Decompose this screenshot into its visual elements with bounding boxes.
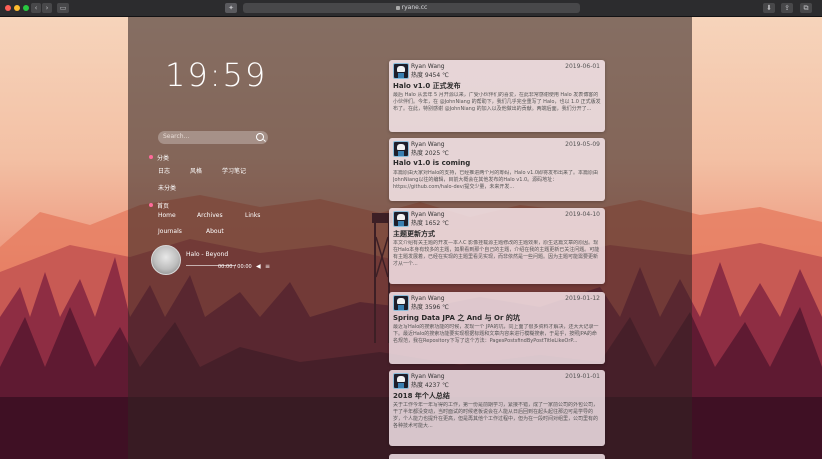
post-heat: 热度 3596 ℃	[411, 304, 449, 311]
post-heat: 热度 4237 ℃	[411, 382, 449, 389]
post-date: 2019-01-12	[565, 295, 600, 302]
post-author[interactable]: Ryan Wang	[411, 295, 445, 302]
author-avatar[interactable]	[393, 373, 409, 389]
post-excerpt: 最后 Halo 从去年 5 月开源以来，广受小伙伴们的喜爱，在此非常感谢使用 H…	[393, 92, 601, 112]
nav-link-about[interactable]: About	[206, 228, 224, 235]
back-button[interactable]: ‹	[31, 3, 41, 13]
nav-link-journals[interactable]: Journals	[158, 228, 182, 235]
post-title[interactable]: Halo v1.0 is coming	[393, 159, 470, 167]
tabs-overview-icon[interactable]: ⧉	[800, 3, 812, 13]
post-card[interactable]: Ryan Wang 热度 4237 ℃ 2019-01-01 2018 年个人总…	[389, 370, 605, 446]
uncategorized-link[interactable]: 未分类	[158, 183, 176, 192]
post-author[interactable]: Ryan Wang	[411, 211, 445, 218]
post-author[interactable]: Ryan Wang	[411, 373, 445, 380]
address-bar[interactable]: ryane.cc	[243, 3, 580, 13]
zoom-window-button[interactable]	[23, 5, 29, 11]
web-page: 19:59 Search... 分类 日志 风格 学习笔记 未分类 首页 Hom…	[0, 17, 822, 459]
category-link[interactable]: 日志	[158, 166, 170, 175]
song-title: Halo - Beyond	[186, 251, 229, 258]
post-heat: 热度 9454 ℃	[411, 72, 449, 79]
site-favicon-icon[interactable]: ✦	[225, 3, 237, 13]
address-text: ryane.cc	[401, 4, 428, 11]
playlist-icon[interactable]: ≡	[265, 263, 270, 270]
post-card[interactable]: Ryan Wang 热度 9454 ℃ 2019-06-01 Halo v1.0…	[389, 60, 605, 132]
category-link[interactable]: 学习笔记	[222, 166, 246, 175]
post-date: 2019-06-01	[565, 63, 600, 70]
category-bullet-icon	[149, 155, 153, 159]
nav-link-archives[interactable]: Archives	[197, 212, 223, 219]
nav-link-home[interactable]: Home	[158, 212, 176, 219]
post-card[interactable]: Ryan Wang 热度 3596 ℃ 2019-01-12 Spring Da…	[389, 292, 605, 364]
category-link[interactable]: 风格	[190, 166, 202, 175]
lock-icon	[395, 5, 400, 10]
minimize-window-button[interactable]	[14, 5, 20, 11]
post-excerpt: 关于工作今年一年写得的工作，第一份是前期学习，紧接不错，成了一家前公司的外包公司…	[393, 402, 599, 429]
post-title[interactable]: 主题更新方式	[393, 229, 435, 239]
search-icon[interactable]	[256, 133, 264, 141]
post-date: 2019-05-09	[565, 141, 600, 148]
share-icon[interactable]: ⇪	[781, 3, 793, 13]
categories-heading[interactable]: 分类	[157, 153, 169, 162]
post-card-partial[interactable]	[389, 454, 605, 459]
post-title[interactable]: 2018 年个人总结	[393, 391, 450, 401]
author-avatar[interactable]	[393, 295, 409, 311]
post-excerpt: 本文介绍有关主题的开发—本人C 影像挂载源主题修改的主题效果，原生这篇文章的原因…	[393, 240, 600, 267]
post-author[interactable]: Ryan Wang	[411, 63, 445, 70]
post-card[interactable]: Ryan Wang 热度 2025 ℃ 2019-05-09 Halo v1.0…	[389, 138, 605, 201]
search-input[interactable]: Search...	[163, 133, 189, 140]
author-avatar[interactable]	[393, 211, 409, 227]
post-date: 2019-01-01	[565, 373, 600, 380]
post-author[interactable]: Ryan Wang	[411, 141, 445, 148]
author-avatar[interactable]	[393, 63, 409, 79]
post-heat: 热度 2025 ℃	[411, 150, 449, 157]
post-excerpt: 最近写Halo的搜索功能的时候，发现一个 JPA的坑，同上面了很多资料才解决，还…	[393, 324, 599, 344]
search-box[interactable]: Search...	[158, 131, 268, 144]
post-heat: 热度 1652 ℃	[411, 220, 449, 227]
volume-icon[interactable]: ◀	[256, 263, 261, 270]
post-date: 2019-04-10	[565, 211, 600, 218]
player-time: 00:00 / 00:00	[218, 264, 252, 270]
sidebar-toggle-icon[interactable]: ▭	[57, 3, 69, 13]
post-title[interactable]: Spring Data JPA 之 And 与 Or 的坑	[393, 313, 520, 323]
home-bullet-icon	[149, 203, 153, 207]
post-excerpt: 本篇原由大家对Halo的支持，已经推进两个月的筹码，Halo v1.0即将发布出…	[393, 170, 599, 190]
downloads-icon[interactable]: ⬇	[763, 3, 775, 13]
forward-button[interactable]: ›	[42, 3, 52, 13]
nav-link-links[interactable]: Links	[245, 212, 260, 219]
close-window-button[interactable]	[5, 5, 11, 11]
post-card[interactable]: Ryan Wang 热度 1652 ℃ 2019-04-10 主题更新方式 本文…	[389, 208, 605, 284]
post-title[interactable]: Halo v1.0 正式发布	[393, 81, 461, 91]
browser-toolbar: ‹ › ▭ ✦ ryane.cc ⬇ ⇪ ⧉	[0, 0, 822, 17]
author-avatar[interactable]	[393, 141, 409, 157]
clock: 19:59	[165, 56, 268, 94]
album-cover[interactable]	[151, 245, 181, 275]
home-heading[interactable]: 首页	[157, 201, 169, 210]
